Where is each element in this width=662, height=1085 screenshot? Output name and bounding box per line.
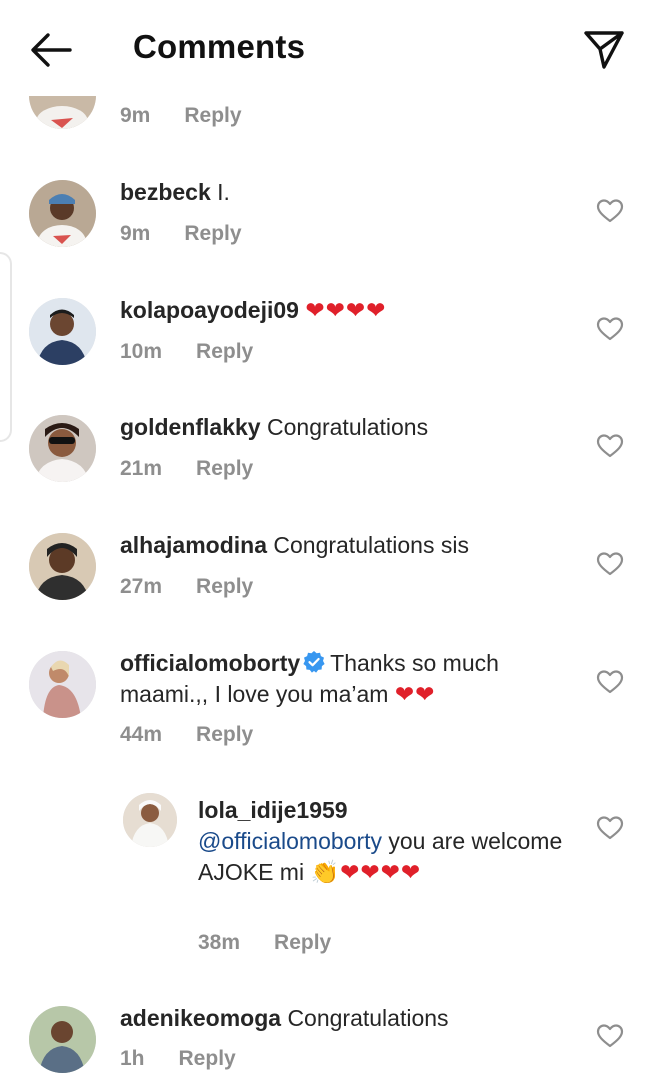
- comment-meta: 44m Reply: [120, 723, 253, 747]
- comment-time: 44m: [120, 723, 163, 746]
- heart-outline-icon[interactable]: [596, 669, 624, 695]
- top-bar: Comments: [0, 0, 662, 96]
- comment-body: bezbeck I.: [120, 177, 570, 208]
- avatar[interactable]: [29, 1006, 96, 1073]
- comment-meta: 21m Reply: [120, 457, 253, 481]
- heart-outline-icon[interactable]: [596, 815, 624, 841]
- reply-button[interactable]: Reply: [196, 575, 253, 599]
- reply-button[interactable]: Reply: [196, 723, 253, 747]
- comment-time: 27m: [120, 575, 163, 598]
- heart-outline-icon[interactable]: [596, 198, 624, 224]
- reply-button[interactable]: Reply: [196, 457, 253, 481]
- comment-username[interactable]: lola_idije1959: [198, 797, 348, 823]
- avatar[interactable]: [29, 180, 96, 247]
- avatar[interactable]: [29, 415, 96, 482]
- comment-body: kolapoayodeji09 ❤❤❤❤: [120, 295, 570, 326]
- comment-text: Congratulations sis: [273, 532, 469, 558]
- comment-username[interactable]: alhajamodina: [120, 532, 267, 558]
- avatar[interactable]: [29, 533, 96, 600]
- comment-body: lola_idije1959 @officialomoborty you are…: [198, 795, 578, 888]
- reply-button[interactable]: Reply: [196, 340, 253, 364]
- heart-emoji: 👏❤❤❤❤: [310, 859, 422, 885]
- comment-body: officialomoborty Thanks so much maami.,, …: [120, 648, 570, 710]
- edge-panel-handle[interactable]: [0, 252, 12, 442]
- avatar[interactable]: [29, 298, 96, 365]
- comment-meta: 9m Reply: [120, 104, 242, 128]
- comment-time: 21m: [120, 457, 163, 480]
- comment-body: adenikeomoga Congratulations: [120, 1003, 570, 1034]
- avatar[interactable]: [123, 793, 177, 847]
- comment-time: 9m: [120, 222, 151, 245]
- comment-time: 38m: [198, 931, 241, 954]
- comment-username[interactable]: officialomoborty: [120, 650, 300, 676]
- reply-button[interactable]: Reply: [184, 222, 241, 246]
- comment-meta: 10m Reply: [120, 340, 253, 364]
- comment-username[interactable]: bezbeck: [120, 179, 211, 205]
- comment-time: 1h: [120, 1047, 145, 1070]
- page-title: Comments: [133, 28, 306, 65]
- reply-button[interactable]: Reply: [184, 104, 241, 128]
- mention-link[interactable]: @officialomoborty: [198, 828, 382, 854]
- comment-time: 9m: [120, 104, 151, 127]
- reply-button[interactable]: Reply: [274, 931, 331, 955]
- arrow-left-icon[interactable]: [30, 30, 74, 70]
- comment-text: Congratulations: [267, 414, 429, 440]
- heart-outline-icon[interactable]: [596, 433, 624, 459]
- comment-meta: 9m Reply: [120, 222, 242, 246]
- heart-outline-icon[interactable]: [596, 1023, 624, 1049]
- comment-username[interactable]: kolapoayodeji09: [120, 297, 299, 323]
- comment-username[interactable]: goldenflakky: [120, 414, 261, 440]
- comment-meta: 1h Reply: [120, 1047, 236, 1071]
- heart-outline-icon[interactable]: [596, 316, 624, 342]
- comment-body: goldenflakky Congratulations: [120, 412, 570, 443]
- comments-list: 9m Reply bezbeck I. 9m Reply kolapoayodeji…: [0, 0, 662, 1085]
- reply-button[interactable]: Reply: [179, 1047, 236, 1071]
- comment-text: Congratulations: [287, 1005, 449, 1031]
- avatar[interactable]: [29, 651, 96, 718]
- comment-time: 10m: [120, 340, 163, 363]
- comment-meta: 38m Reply: [198, 931, 331, 955]
- comment-body: alhajamodina Congratulations sis: [120, 530, 570, 561]
- heart-outline-icon[interactable]: [596, 551, 624, 577]
- heart-emoji: ❤❤: [394, 681, 436, 707]
- comment-meta: 27m Reply: [120, 575, 253, 599]
- verified-badge-icon: [303, 651, 325, 673]
- comment-username[interactable]: adenikeomoga: [120, 1005, 281, 1031]
- paper-plane-icon[interactable]: [582, 27, 626, 71]
- heart-emoji: ❤❤❤❤: [305, 297, 387, 323]
- comment-text: I.: [217, 179, 230, 205]
